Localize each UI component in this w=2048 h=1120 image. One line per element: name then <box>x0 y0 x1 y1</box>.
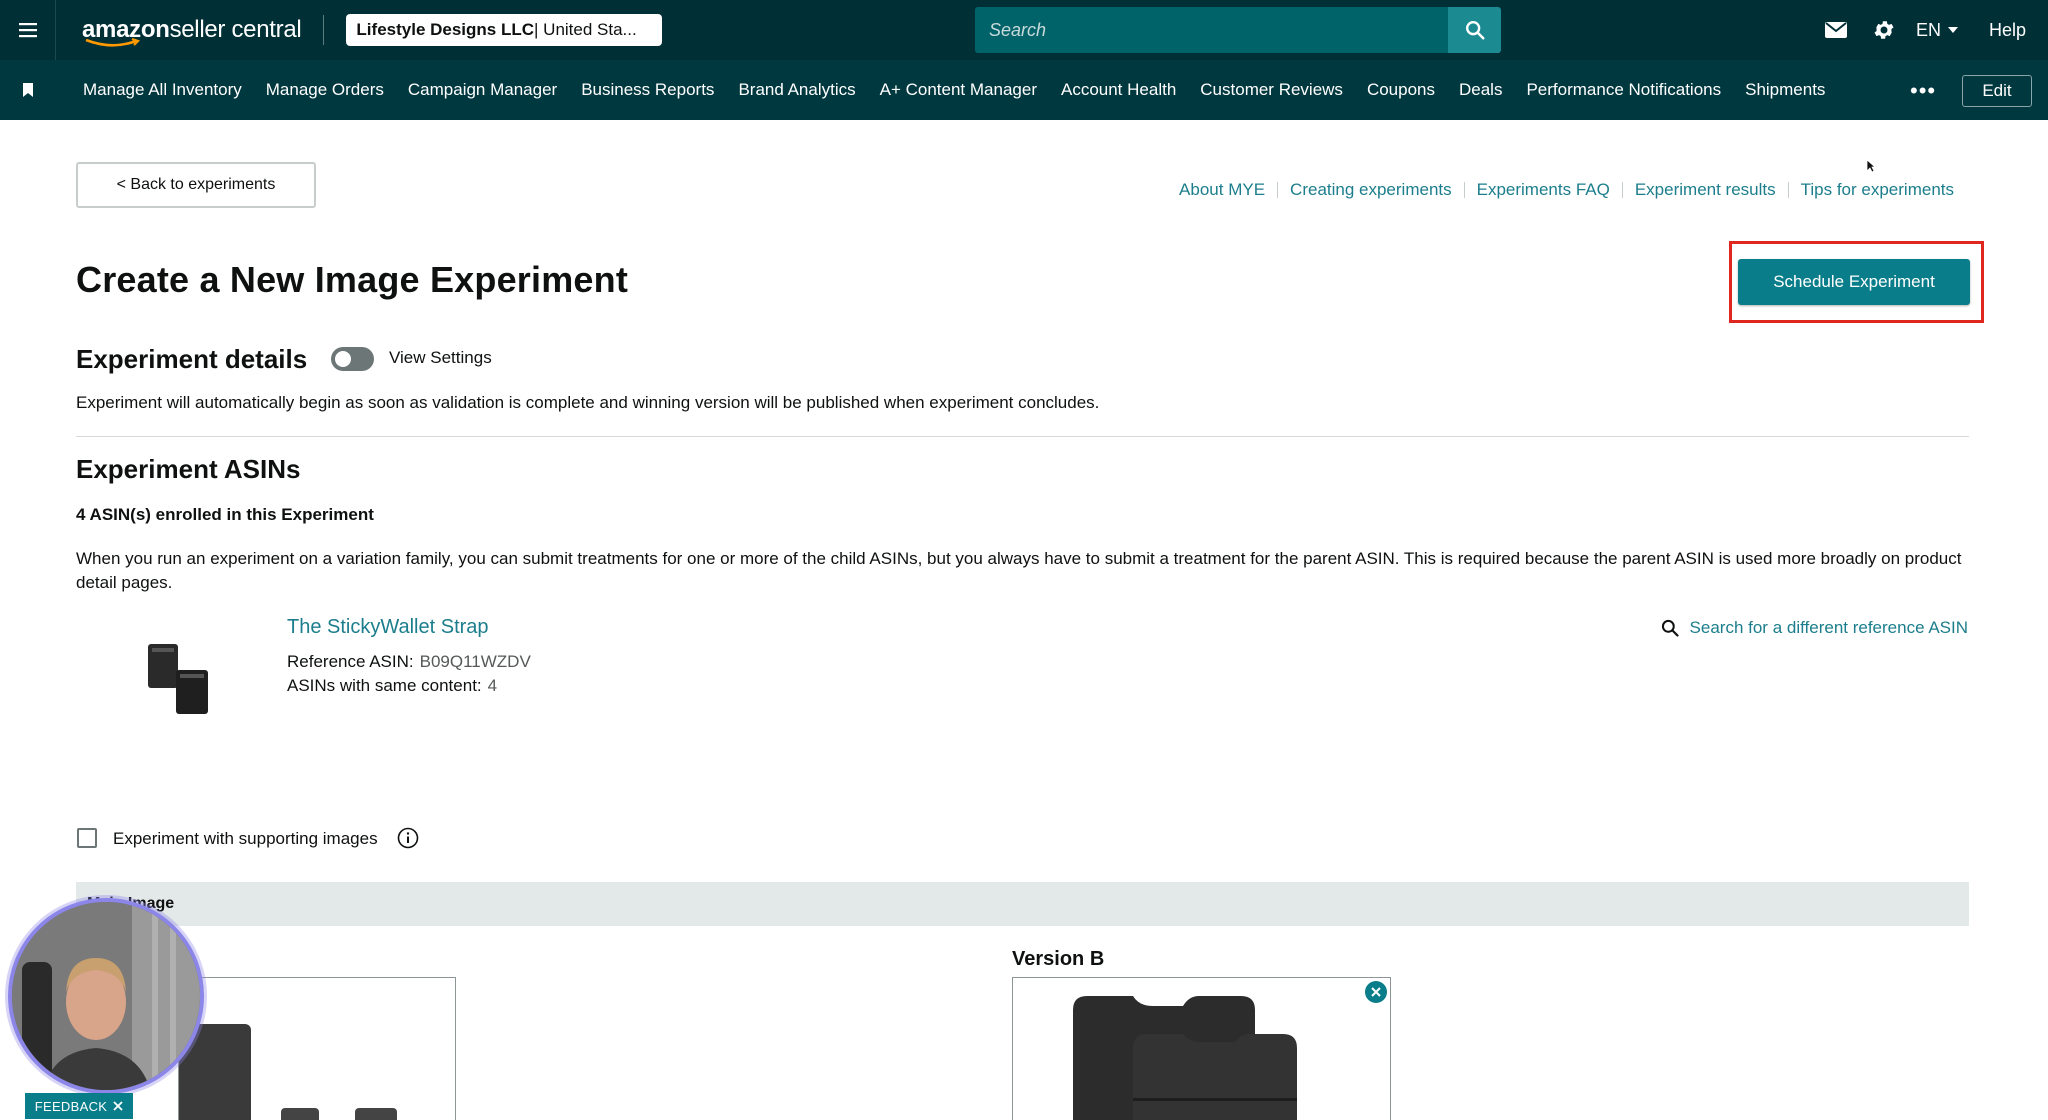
settings-button[interactable] <box>1860 0 1908 60</box>
search-icon <box>1465 21 1485 40</box>
schedule-experiment-button[interactable]: Schedule Experiment <box>1738 259 1970 305</box>
product-image-a <box>179 1024 397 1120</box>
top-right-controls: EN Help <box>1812 0 2048 60</box>
toggle-knob <box>335 351 351 367</box>
logo-divider <box>323 15 325 45</box>
remove-version-b-button[interactable] <box>1365 981 1387 1003</box>
experiment-details-description: Experiment will automatically begin as s… <box>76 393 1100 412</box>
nav-items: Manage All Inventory Manage Orders Campa… <box>83 80 1837 100</box>
link-separator <box>1621 182 1623 198</box>
search-reference-asin-link[interactable]: Search for a different reference ASIN <box>1660 618 1968 638</box>
supporting-images-label: Experiment with supporting images <box>113 829 378 848</box>
asins-same-content: ASINs with same content: 4 <box>287 676 498 695</box>
search-input[interactable] <box>975 7 1448 53</box>
nav-bar: Manage All Inventory Manage Orders Campa… <box>0 60 2048 120</box>
nav-item-manage-all-inventory[interactable]: Manage All Inventory <box>83 80 254 100</box>
search-button[interactable] <box>1448 7 1501 53</box>
nav-item-deals[interactable]: Deals <box>1447 80 1514 100</box>
nav-item-customer-reviews[interactable]: Customer Reviews <box>1188 80 1355 100</box>
link-separator <box>1787 182 1789 198</box>
info-icon[interactable] <box>397 827 419 849</box>
top-bar: amazon seller central Lifestyle Designs … <box>0 0 2048 60</box>
experiment-details-title: Experiment details <box>76 344 308 374</box>
variation-family-description: When you run an experiment on a variatio… <box>76 549 1962 592</box>
nav-item-a-plus-content-manager[interactable]: A+ Content Manager <box>868 80 1049 100</box>
nav-item-manage-orders[interactable]: Manage Orders <box>254 80 396 100</box>
nav-item-business-reports[interactable]: Business Reports <box>569 80 726 100</box>
reference-asin: Reference ASIN: B09Q11WZDV <box>287 652 531 671</box>
nav-item-shipments[interactable]: Shipments <box>1733 80 1837 100</box>
enrolled-count: 4 ASIN(s) enrolled in this Experiment <box>76 505 374 524</box>
page-title: Create a New Image Experiment <box>76 259 629 300</box>
feedback-button[interactable]: FEEDBACK <box>25 1093 133 1119</box>
nav-more-button[interactable]: ••• <box>1910 78 1936 104</box>
link-separator <box>1463 182 1465 198</box>
language-selector[interactable]: EN <box>1916 20 1959 41</box>
view-settings-label: View Settings <box>389 348 492 367</box>
close-icon <box>1371 987 1381 997</box>
main-image-header <box>76 882 1969 926</box>
mouse-cursor-icon <box>1866 159 1876 173</box>
nav-edit-button[interactable]: Edit <box>1962 75 2032 107</box>
nav-item-performance-notifications[interactable]: Performance Notifications <box>1514 80 1733 100</box>
caret-down-icon <box>1947 27 1958 33</box>
menu-button[interactable] <box>0 0 56 60</box>
help-link-experiments-faq[interactable]: Experiments FAQ <box>1477 180 1610 200</box>
nav-item-coupons[interactable]: Coupons <box>1355 80 1447 100</box>
product-thumbnail <box>148 644 208 714</box>
version-a-image[interactable] <box>178 977 456 1120</box>
view-settings-toggle[interactable] <box>331 347 374 371</box>
version-b-image[interactable] <box>1012 977 1391 1120</box>
back-to-experiments-button[interactable]: < Back to experiments <box>76 162 316 208</box>
section-divider <box>76 436 1969 437</box>
version-b-label: Version B <box>1012 948 1105 970</box>
product-title-link[interactable]: The StickyWallet Strap <box>287 616 489 639</box>
nav-item-brand-analytics[interactable]: Brand Analytics <box>726 80 867 100</box>
presenter-video <box>12 902 200 1090</box>
help-link-about-mye[interactable]: About MYE <box>1179 180 1265 200</box>
supporting-images-checkbox[interactable] <box>77 828 97 848</box>
link-separator <box>1277 182 1279 198</box>
messages-button[interactable] <box>1812 0 1860 60</box>
search-icon <box>1661 619 1679 637</box>
close-icon[interactable] <box>113 1101 123 1111</box>
help-link-experiment-results[interactable]: Experiment results <box>1635 180 1776 200</box>
global-search <box>975 7 1501 53</box>
hamburger-icon <box>18 23 37 38</box>
nav-item-account-health[interactable]: Account Health <box>1049 80 1188 100</box>
bookmarks-button[interactable] <box>0 82 56 98</box>
webcam-overlay <box>8 898 204 1094</box>
account-switcher[interactable]: Lifestyle Designs LLC | United Sta... <box>346 14 663 46</box>
help-link-creating-experiments[interactable]: Creating experiments <box>1290 180 1452 200</box>
gear-icon <box>1874 21 1894 39</box>
experiment-asins-title: Experiment ASINs <box>76 454 301 484</box>
bookmark-icon <box>23 83 33 97</box>
product-image-b <box>1073 996 1297 1120</box>
help-links: About MYE Creating experiments Experimen… <box>1179 180 1954 200</box>
mail-icon <box>1824 22 1847 38</box>
help-link-tips-for-experiments[interactable]: Tips for experiments <box>1801 180 1954 200</box>
help-link[interactable]: Help <box>1989 20 2026 41</box>
seller-central-logo[interactable]: amazon seller central <box>82 0 302 60</box>
nav-item-campaign-manager[interactable]: Campaign Manager <box>396 80 569 100</box>
amazon-smile-icon <box>85 38 141 47</box>
